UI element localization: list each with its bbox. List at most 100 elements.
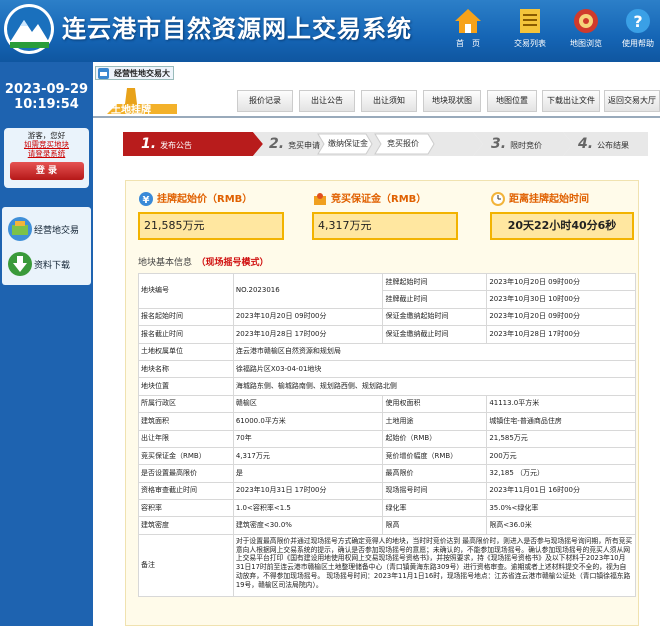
table-cell: 最高限价 <box>382 464 488 483</box>
app-header: 连云港市自然资源网上交易系统 首 页 交易列表 地图浏览 ? 使用帮助 <box>0 0 660 62</box>
sidebar-item-label: 经营地交易 <box>34 226 80 236</box>
parcel-info-table: 地块编号 NO.2023016 挂牌起始时间 2023年10月20日 09时00分 挂牌… <box>138 272 637 597</box>
table-cell: 地块名称 <box>138 359 234 379</box>
sidebar-item-download[interactable]: 资料下载 <box>4 247 89 281</box>
step-number: 3. <box>491 136 507 152</box>
list-icon <box>520 9 540 33</box>
bid-record-button[interactable]: 报价记录 <box>237 90 293 112</box>
sidebar-item-label: 资料下载 <box>34 261 71 271</box>
table-row: 地块位置 海城路东侧、榆城路南侧、规划路西侧、规划路北侧 <box>138 377 637 396</box>
step-label: 缴纳保证金 <box>328 139 368 148</box>
step-number: 2. <box>269 136 285 152</box>
step-apply: 2. 竞买申请 <box>269 132 320 156</box>
deposit-title: 竞买保证金（RMB） <box>312 190 426 207</box>
table-row: 建筑面积 61000.0平方米 土地用途 城镇住宅-普通商品住房 <box>138 412 636 431</box>
step-timed-bid: 3. 限时竞价 <box>491 132 542 156</box>
table-cell: 使用权面积 <box>382 394 488 414</box>
tab-icon <box>98 68 109 79</box>
download-file-button[interactable]: 下载出让文件 <box>542 90 600 112</box>
step-number: 1. <box>141 136 157 152</box>
table-row: 是否设置最高限价是最高限价 32,185 （万元） <box>138 464 636 483</box>
table-cell: 2023年10月20日 09时00分 <box>232 307 384 327</box>
start-price-value: 21,585万元 <box>138 212 284 240</box>
clock: 2023-09-29 10:19:54 <box>0 82 93 112</box>
step-label: 发布公告 <box>160 141 193 150</box>
table-cell: 资格审查截止时间 <box>138 481 234 501</box>
map-location-button[interactable]: 地图位置 <box>487 90 537 112</box>
section-title: 地块基本信息 （现场摇号模式） <box>138 255 269 268</box>
step-label: 竞买申请 <box>288 141 321 150</box>
table-row: 建筑密度 建筑密度<30.0% 限高 限高<36.0米 <box>138 516 636 535</box>
table-row: 资格审查截止时间 2023年10月31日 17时00分 现场摇号时间 2023年11月… <box>138 481 636 501</box>
table-cell: 挂牌起始时间 <box>382 272 488 292</box>
table-cell: 2023年10月20日 09时00分 <box>486 272 636 292</box>
table-cell: 70年 <box>232 429 384 448</box>
deposit-value: 4,317万元 <box>312 212 458 240</box>
list-button[interactable]: 交易列表 <box>504 6 556 60</box>
svg-text:?: ? <box>633 12 642 31</box>
table-cell: 2023年10月28日 17时00分 <box>232 325 384 344</box>
start-price-title: ¥ 挂牌起始价（RMB） <box>138 190 252 207</box>
section-title-text: 地块基本信息 <box>138 258 193 268</box>
table-row: 土地权属单位 连云港市赣榆区自然资源和规划局 <box>138 342 637 361</box>
deposit-icon <box>314 193 326 205</box>
countdown-title-text: 距离挂牌起始时间 <box>509 194 589 205</box>
table-cell: 容积率 <box>138 499 234 518</box>
note-label: 备注 <box>138 533 234 597</box>
table-cell: 起始价（RMB） <box>382 429 488 448</box>
table-cell: 限高 <box>382 516 488 535</box>
table-cell: 城镇住宅-普通商品住房 <box>486 412 636 431</box>
greeting-link-2[interactable]: 请登录系统 <box>4 149 89 158</box>
help-button[interactable]: ? 使用帮助 <box>612 6 660 60</box>
back-to-hall-button[interactable]: 返回交易大厅 <box>604 90 660 112</box>
home-label: 首 页 <box>456 39 480 48</box>
greeting-text: 游客，您好 <box>27 131 66 140</box>
greeting-link-1[interactable]: 如需竞买地块 <box>4 140 89 149</box>
site-photo-button[interactable]: 地块现状图 <box>423 90 481 112</box>
table-cell: 2023年10月20日 09时00分 <box>486 307 636 327</box>
table-row: 出让年限 70年 起始价（RMB） 21,585万元 <box>138 429 636 448</box>
login-box: 游客，您好 如需竞买地块 请登录系统 登 录 <box>4 128 89 188</box>
table-cell: 现场摇号时间 <box>382 481 488 501</box>
table-cell: 赣榆区 <box>232 394 384 414</box>
step-label: 公布结果 <box>597 141 630 150</box>
toolbar: 土地挂牌 报价记录 出让公告 出让须知 地块现状图 地图位置 下载出让文件 返回… <box>93 82 660 118</box>
table-cell: 土地权属单位 <box>138 342 234 361</box>
instructions-button[interactable]: 出让须知 <box>361 90 417 112</box>
table-cell: 32,185 （万元） <box>486 464 636 483</box>
brand-label: 土地挂牌 <box>111 103 151 116</box>
price-tag-icon: ¥ <box>139 192 153 206</box>
login-button[interactable]: 登 录 <box>9 162 84 180</box>
logo-icon <box>4 4 54 54</box>
table-row: 地块编号 NO.2023016 挂牌起始时间 2023年10月20日 09时00分 <box>138 272 636 309</box>
table-row: 所属行政区 赣榆区 使用权面积 41113.0平方米 <box>138 394 636 414</box>
table-cell: 徐福路片区X03-04-01地块 <box>232 359 637 379</box>
table-cell: 报名起始时间 <box>138 307 234 327</box>
svg-text:¥: ¥ <box>143 195 150 206</box>
parcel-detail-panel: ¥ 挂牌起始价（RMB） 21,585万元 竞买保证金（RMB） 4,317万元 … <box>125 180 639 626</box>
table-cell: 绿化率 <box>382 499 488 518</box>
table-cell: 海城路东侧、榆城路南侧、规划路西侧、规划路北侧 <box>232 377 637 396</box>
table-cell: 建筑面积 <box>138 412 234 431</box>
home-button[interactable]: 首 页 <box>442 6 494 60</box>
sidebar-item-parcel-trade[interactable]: 经营地交易 <box>4 212 89 246</box>
app-title: 连云港市自然资源网上交易系统 <box>62 14 412 43</box>
table-cell: 35.0%<绿化率 <box>486 499 636 518</box>
tab-parcel-trade[interactable]: 经营性地交易大 <box>95 66 174 80</box>
table-row: 报名截止时间 2023年10月28日 17时00分 保证金缴纳截止时间 2023年10… <box>138 325 636 344</box>
help-label: 使用帮助 <box>622 39 654 48</box>
table-cell: 限高<36.0米 <box>486 516 636 535</box>
table-cell: 是 <box>232 464 384 483</box>
land-listing-logo: 土地挂牌 <box>107 88 177 116</box>
map-button[interactable]: 地图浏览 <box>560 6 612 60</box>
step-publish: 1. 发布公告 <box>141 132 192 156</box>
table-cell: NO.2023016 <box>232 273 384 309</box>
step-result: 4. 公布结果 <box>578 132 629 156</box>
table-cell: 保证金缴纳起始时间 <box>382 307 488 327</box>
notice-button[interactable]: 出让公告 <box>299 90 355 112</box>
table-cell: 是否设置最高限价 <box>138 464 234 483</box>
home-icon <box>455 9 481 33</box>
list-label: 交易列表 <box>514 39 546 48</box>
clock-icon <box>491 192 505 206</box>
map-label: 地图浏览 <box>570 39 602 48</box>
